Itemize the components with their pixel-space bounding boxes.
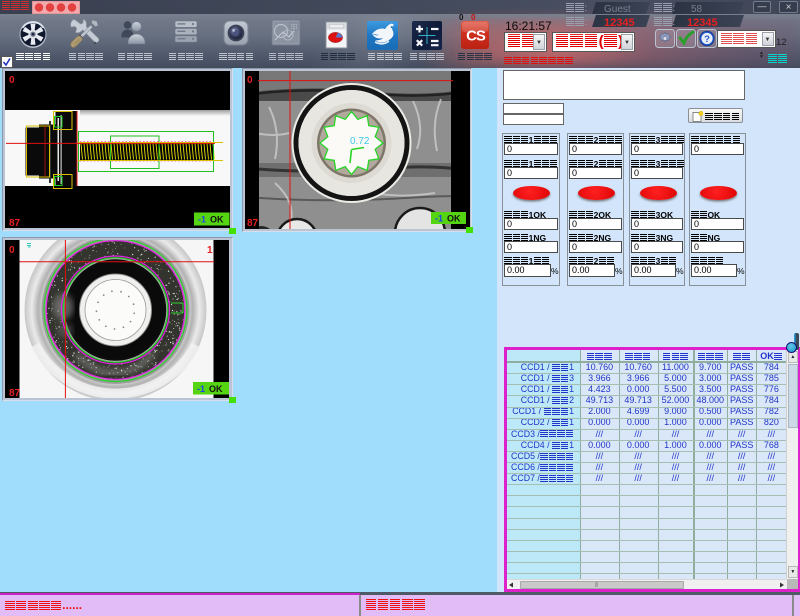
svg-text:1: 1 <box>207 245 213 256</box>
svg-text:0: 0 <box>247 75 253 86</box>
svg-text:OK: OK <box>210 215 224 225</box>
svg-text:-1: -1 <box>198 215 206 225</box>
svg-text:-1: -1 <box>197 384 205 394</box>
svg-text:87: 87 <box>247 218 259 229</box>
svg-text:0.72: 0.72 <box>350 136 370 147</box>
svg-text:?: ? <box>704 34 710 45</box>
svg-text:OK: OK <box>447 214 461 224</box>
svg-text:87: 87 <box>9 388 21 398</box>
svg-text:OK: OK <box>209 384 223 394</box>
svg-text:0: 0 <box>9 75 15 86</box>
svg-text:CS: CS <box>466 28 486 45</box>
svg-text:-1: -1 <box>435 214 443 224</box>
svg-text:0: 0 <box>9 245 15 256</box>
svg-text:87: 87 <box>9 218 21 228</box>
